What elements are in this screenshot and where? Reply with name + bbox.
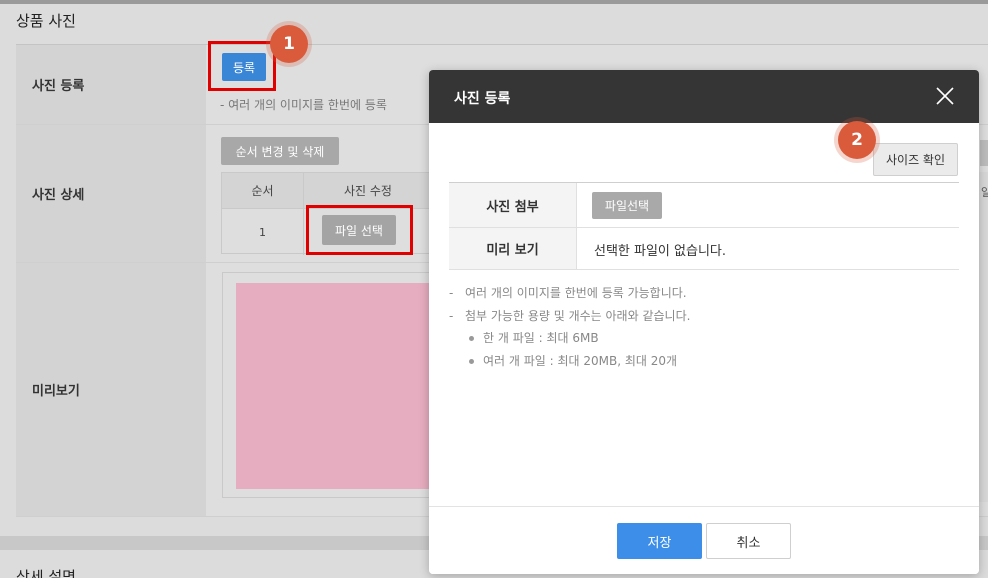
- order-delete-button[interactable]: 순서 변경 및 삭제: [221, 137, 339, 165]
- preview-row-modal: 미리 보기 선택한 파일이 없습니다.: [449, 228, 959, 270]
- file-select-button[interactable]: 파일선택: [592, 192, 662, 219]
- upload-notes: - 여러 개의 이미지를 한번에 등록 가능합니다. - 첨부 가능한 용량 및 개…: [449, 282, 690, 372]
- detail-row-label: 사진 상세: [16, 125, 206, 262]
- size-check-button[interactable]: 사이즈 확인: [873, 143, 958, 176]
- column-header-order: 순서: [222, 173, 304, 209]
- note-line: - 여러 개의 이미지를 한번에 등록 가능합니다.: [449, 286, 687, 300]
- preview-label: 미리 보기: [449, 228, 576, 269]
- right-edge-text: 일: [981, 186, 988, 199]
- note-line: - 첨부 가능한 용량 및 개수는 아래와 같습니다.: [449, 308, 691, 323]
- register-hint: - 여러 개의 이미지를 한번에 등록: [220, 98, 387, 112]
- step-badge-2: 2: [838, 121, 876, 159]
- photo-register-modal: 사진 등록 사이즈 확인 사진 첨부 파일선택 미리 보기 선택한 파일이 없습…: [429, 70, 979, 574]
- save-button[interactable]: 저장: [617, 523, 702, 559]
- section-title: 상품 사진: [16, 12, 76, 30]
- modal-footer: 저장 취소: [429, 506, 979, 574]
- preview-row-label: 미리보기: [16, 263, 206, 516]
- modal-form-table: 사진 첨부 파일선택 미리 보기 선택한 파일이 없습니다.: [449, 182, 959, 270]
- step-badge-1: 1: [270, 25, 308, 63]
- modal-header: 사진 등록: [429, 70, 979, 123]
- cancel-button[interactable]: 취소: [706, 523, 791, 559]
- top-divider: [0, 0, 988, 4]
- attach-label: 사진 첨부: [449, 183, 576, 227]
- highlight-file-select: [306, 205, 413, 255]
- highlight-register-button: [208, 41, 276, 91]
- no-file-text: 선택한 파일이 없습니다.: [594, 244, 726, 259]
- bullet-item: 여러 개 파일 : 최대 20MB, 최대 20개: [449, 350, 690, 373]
- column-header-edit: 사진 수정: [304, 173, 432, 209]
- detail-description-title: 상세 설명: [16, 568, 76, 578]
- close-icon[interactable]: [935, 86, 955, 106]
- preview-image: [236, 283, 432, 489]
- hidden-button-edge: [980, 140, 988, 166]
- bullet-item: 한 개 파일 : 최대 6MB: [449, 327, 690, 350]
- register-row-label: 사진 등록: [16, 45, 206, 124]
- order-cell: 1: [222, 209, 304, 255]
- attach-row: 사진 첨부 파일선택: [449, 183, 959, 228]
- modal-title: 사진 등록: [454, 91, 511, 107]
